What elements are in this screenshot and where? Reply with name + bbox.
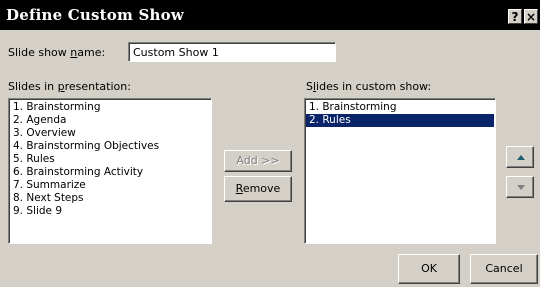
list-item[interactable]: 3. Overview xyxy=(10,127,210,140)
custom-show-slides-list[interactable]: 1. Brainstorming 2. Rules xyxy=(304,98,496,244)
help-button[interactable]: ? xyxy=(508,9,522,24)
title-bar: Define Custom Show ? × xyxy=(0,0,540,30)
list-item[interactable]: 5. Rules xyxy=(10,153,210,166)
down-arrow-icon xyxy=(517,185,525,190)
custom-list-label: Slides in custom show: xyxy=(306,80,432,93)
list-item[interactable]: 2. Agenda xyxy=(10,114,210,127)
remove-button[interactable]: Remove xyxy=(224,176,292,202)
list-item[interactable]: 6. Brainstorming Activity xyxy=(10,166,210,179)
show-name-label: Slide show name: xyxy=(8,46,106,59)
list-item[interactable]: 9. Slide 9 xyxy=(10,205,210,218)
list-item[interactable]: 2. Rules xyxy=(306,114,494,127)
ok-button[interactable]: OK xyxy=(398,254,460,284)
dialog-title: Define Custom Show xyxy=(6,6,184,24)
presentation-slides-list[interactable]: 1. Brainstorming 2. Agenda 3. Overview 4. B… xyxy=(8,98,212,244)
list-item[interactable]: 1. Brainstorming xyxy=(306,101,494,114)
list-item[interactable]: 7. Summarize xyxy=(10,179,210,192)
list-item[interactable]: 1. Brainstorming xyxy=(10,101,210,114)
cancel-button[interactable]: Cancel xyxy=(470,254,538,284)
list-item[interactable]: 4. Brainstorming Objectives xyxy=(10,140,210,153)
move-down-button[interactable] xyxy=(506,176,534,198)
list-item[interactable]: 8. Next Steps xyxy=(10,192,210,205)
presentation-list-label: Slides in presentation: xyxy=(8,80,131,93)
close-button[interactable]: × xyxy=(524,9,538,24)
show-name-input[interactable]: Custom Show 1 xyxy=(128,42,336,62)
move-up-button[interactable] xyxy=(506,146,534,168)
up-arrow-icon xyxy=(517,155,525,160)
add-button[interactable]: Add >> xyxy=(224,150,292,172)
